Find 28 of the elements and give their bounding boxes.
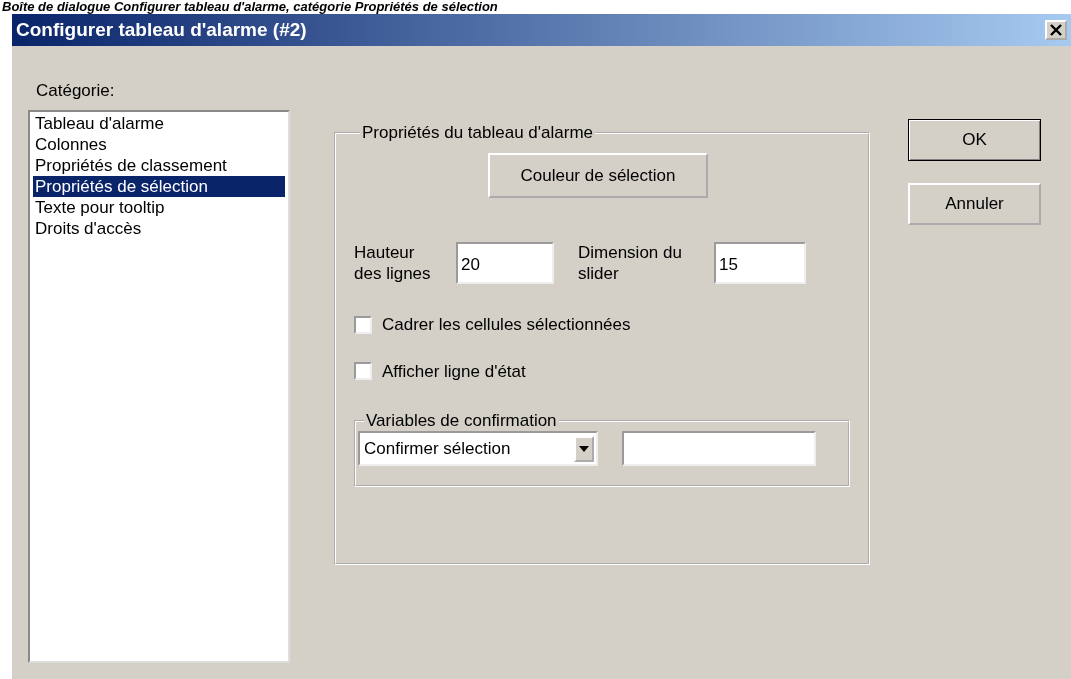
checkbox[interactable] xyxy=(354,315,372,334)
list-item[interactable]: Texte pour tooltip xyxy=(33,196,285,218)
checkbox-label: Afficher ligne d'état xyxy=(382,360,526,383)
dropdown-button[interactable] xyxy=(574,435,594,462)
list-item[interactable]: Droits d'accès xyxy=(33,217,285,239)
group-title: Variables de confirmation xyxy=(365,411,558,431)
input-field[interactable]: 15 xyxy=(714,242,806,284)
input-field[interactable] xyxy=(622,431,816,466)
list-item[interactable]: Propriétés de sélection xyxy=(33,175,285,197)
ok-button[interactable]: OK xyxy=(908,119,1041,161)
list-item[interactable]: Colonnes xyxy=(33,133,285,155)
close-button[interactable] xyxy=(1045,20,1067,40)
input-field[interactable]: 20 xyxy=(456,242,554,284)
category-label: Catégorie: xyxy=(36,80,115,102)
window-title: Configurer tableau d'alarme (#2) xyxy=(16,17,307,42)
close-icon xyxy=(1049,24,1063,36)
selection-color-button[interactable]: Couleur de sélection xyxy=(488,153,708,198)
caption: Boîte de dialogue Configurer tableau d'alarme, catégorie Propriétés de sélection xyxy=(1,0,499,14)
field-label: Dimension du slider xyxy=(578,242,683,284)
checkbox[interactable] xyxy=(354,362,372,381)
group-title: Propriétés du tableau d'alarme xyxy=(361,123,594,143)
list-item[interactable]: Tableau d'alarme xyxy=(33,112,285,134)
field-label: Hauteur des lignes xyxy=(354,242,432,284)
down-arrow-icon xyxy=(579,445,589,452)
checkbox-label: Cadrer les cellules sélectionnées xyxy=(382,314,631,336)
dropdown[interactable]: Confirmer sélection xyxy=(358,431,598,466)
list-item[interactable]: Propriétés de classement xyxy=(33,154,285,176)
cancel-button[interactable]: Annuler xyxy=(908,183,1041,225)
